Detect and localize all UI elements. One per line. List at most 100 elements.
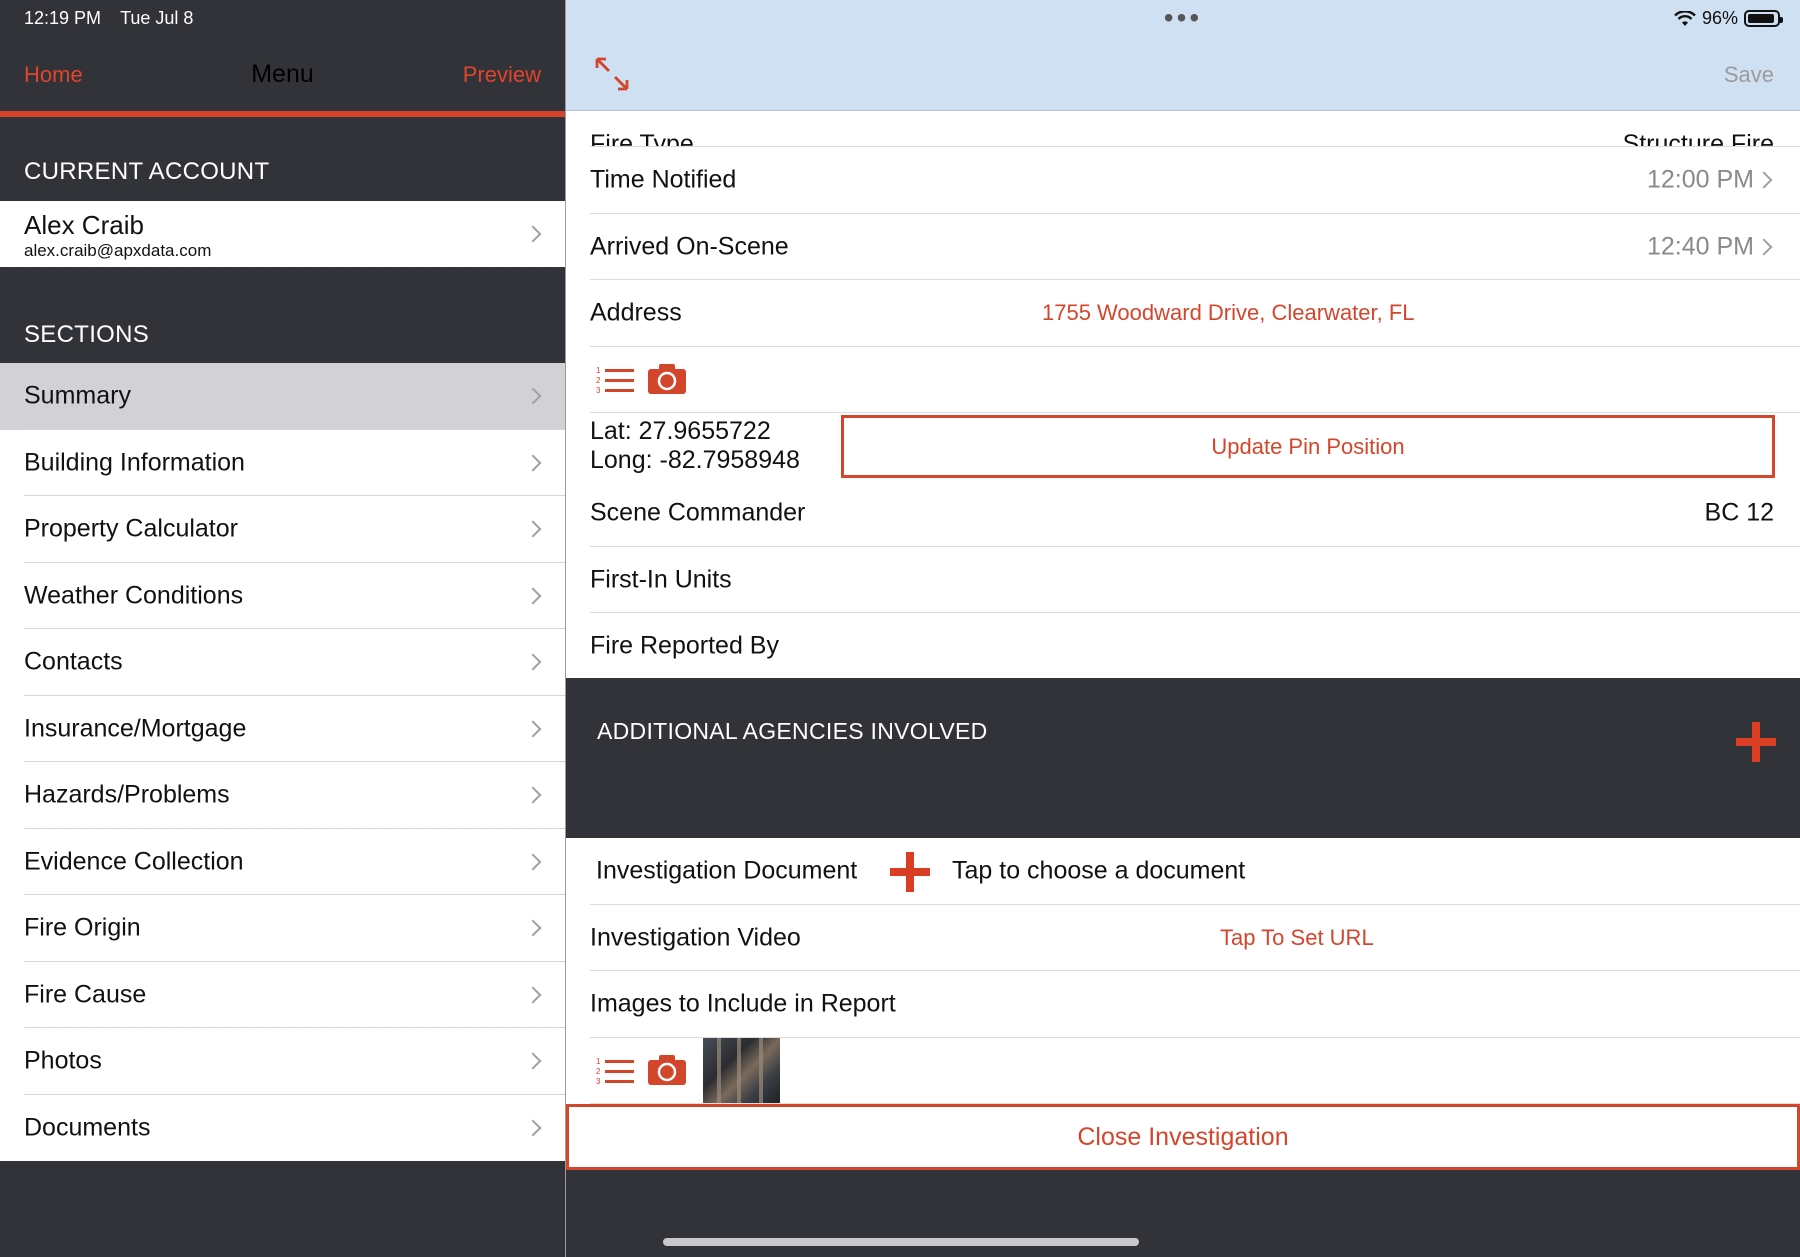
accent-divider (0, 111, 565, 117)
chevron-right-icon (524, 520, 542, 538)
master-panel: 12:19 PM Tue Jul 8 Home Menu Preview CUR… (0, 0, 565, 1257)
section-item-property-calculator[interactable]: Property Calculator (0, 496, 565, 563)
section-item-evidence-collection[interactable]: Evidence Collection (0, 828, 565, 895)
choose-document-text[interactable]: Tap to choose a document (952, 857, 1245, 886)
numbered-list-icon[interactable]: 1 2 3 (596, 1056, 636, 1086)
svg-text:3: 3 (596, 1077, 601, 1086)
update-pin-button[interactable]: Update Pin Position (841, 415, 1775, 478)
status-date: Tue Jul 8 (120, 8, 194, 28)
section-item-photos[interactable]: Photos (0, 1028, 565, 1095)
section-item-label: Insurance/Mortgage (24, 714, 247, 743)
account-row[interactable]: Alex Craib alex.craib@apxdata.com (0, 201, 565, 267)
arrived-label: Arrived On-Scene (590, 232, 789, 261)
chevron-right-icon (524, 387, 542, 405)
fire-type-value: Structure Fire (1622, 130, 1774, 147)
chevron-right-icon (524, 1052, 542, 1070)
report-image-thumbnail[interactable] (703, 1037, 780, 1104)
section-item-label: Summary (24, 381, 131, 410)
first-in-units-label: First-In Units (590, 565, 732, 594)
scene-commander-row[interactable]: Scene Commander BC 12 (566, 480, 1800, 547)
scene-commander-value: BC 12 (1704, 498, 1774, 527)
section-item-fire-origin[interactable]: Fire Origin (0, 895, 565, 962)
address-icons-row: 1 2 3 (566, 346, 1800, 413)
address-label: Address (590, 298, 682, 327)
numbered-list-icon[interactable]: 1 2 3 (596, 365, 636, 395)
agencies-section: ADDITIONAL AGENCIES INVOLVED (566, 678, 1800, 838)
chevron-right-icon (524, 454, 542, 472)
chevron-right-icon (524, 986, 542, 1004)
add-document-plus-icon[interactable] (890, 852, 930, 892)
address-row: Address 1755 Woodward Drive, Clearwater,… (566, 280, 1800, 347)
wifi-icon (1674, 10, 1696, 26)
svg-text:2: 2 (596, 376, 601, 385)
time-notified-row[interactable]: Time Notified 12:00 PM (566, 147, 1800, 214)
battery-icon (1744, 10, 1783, 27)
time-notified-label: Time Notified (590, 165, 737, 194)
time-notified-value: 12:00 PM (1646, 165, 1754, 194)
home-indicator[interactable] (663, 1238, 1139, 1246)
status-bar-right: 96% (1674, 8, 1783, 29)
close-investigation-button[interactable]: Close Investigation (566, 1104, 1800, 1170)
set-url-link[interactable]: Tap To Set URL (1220, 925, 1374, 951)
section-item-label: Photos (24, 1046, 102, 1075)
images-label: Images to Include in Report (590, 989, 896, 1018)
coordinates-row: Lat: 27.9655722 Long: -82.7958948 Update… (566, 413, 1800, 480)
fire-reported-by-row[interactable]: Fire Reported By (566, 613, 1800, 680)
section-item-label: Evidence Collection (24, 847, 244, 876)
fire-reported-by-label: Fire Reported By (590, 631, 779, 660)
section-item-label: Property Calculator (24, 514, 238, 543)
chevron-right-icon (1755, 171, 1773, 189)
section-item-label: Fire Origin (24, 913, 141, 942)
section-item-label: Hazards/Problems (24, 780, 230, 809)
chevron-right-icon (524, 720, 542, 738)
svg-text:2: 2 (596, 1067, 601, 1076)
camera-icon[interactable] (648, 1054, 686, 1085)
fire-type-row[interactable]: Fire Type Structure Fire (566, 111, 1800, 147)
chevron-right-icon (524, 587, 542, 605)
section-item-summary[interactable]: Summary (0, 363, 565, 430)
section-item-label: Documents (24, 1113, 151, 1142)
add-agency-plus-icon[interactable] (1736, 722, 1776, 762)
chevron-right-icon (524, 653, 542, 671)
chevron-right-icon (524, 919, 542, 937)
section-item-label: Contacts (24, 647, 123, 676)
arrived-row[interactable]: Arrived On-Scene 12:40 PM (566, 213, 1800, 280)
section-item-fire-cause[interactable]: Fire Cause (0, 961, 565, 1028)
summary-form: Fire Type Structure Fire Time Notified 1… (566, 111, 1800, 680)
camera-icon[interactable] (648, 363, 686, 394)
first-in-units-row[interactable]: First-In Units (566, 546, 1800, 613)
save-button[interactable]: Save (1724, 62, 1774, 88)
chevron-right-icon (524, 786, 542, 804)
battery-percent: 96% (1701, 8, 1738, 28)
section-item-label: Weather Conditions (24, 581, 244, 610)
section-item-hazards-problems[interactable]: Hazards/Problems (0, 762, 565, 829)
scene-commander-label: Scene Commander (590, 498, 806, 527)
chevron-right-icon (1755, 238, 1773, 256)
chevron-right-icon (524, 853, 542, 871)
section-item-label: Building Information (24, 448, 245, 477)
investigation-video-label: Investigation Video (590, 923, 801, 952)
chevron-right-icon (524, 225, 542, 243)
multitasking-dots-icon[interactable]: ••• (1164, 2, 1202, 34)
address-value[interactable]: 1755 Woodward Drive, Clearwater, FL (1042, 300, 1415, 326)
expand-icon[interactable] (594, 56, 630, 92)
section-item-weather-conditions[interactable]: Weather Conditions (0, 562, 565, 629)
images-icons-row: 1 2 3 (566, 1037, 1800, 1104)
section-item-building-information[interactable]: Building Information (0, 429, 565, 496)
section-item-insurance-mortgage[interactable]: Insurance/Mortgage (0, 695, 565, 762)
account-email: alex.craib@apxdata.com (24, 241, 212, 260)
section-item-contacts[interactable]: Contacts (0, 629, 565, 696)
preview-button[interactable]: Preview (463, 62, 541, 88)
detail-nav-bar: ••• 96% Save (566, 0, 1800, 111)
status-time: 12:19 PM (24, 8, 102, 28)
section-item-documents[interactable]: Documents (0, 1094, 565, 1161)
svg-text:1: 1 (596, 366, 601, 375)
sections-header: SECTIONS (24, 321, 150, 348)
arrived-value: 12:40 PM (1646, 232, 1754, 261)
images-label-row: Images to Include in Report (566, 971, 1800, 1038)
fire-type-label: Fire Type (590, 130, 694, 147)
investigation-video-row: Investigation Video Tap To Set URL (566, 904, 1800, 971)
current-account-header: CURRENT ACCOUNT (24, 158, 270, 185)
chevron-right-icon (524, 1119, 542, 1137)
documents-form: Investigation Document Tap to choose a d… (566, 838, 1800, 1104)
